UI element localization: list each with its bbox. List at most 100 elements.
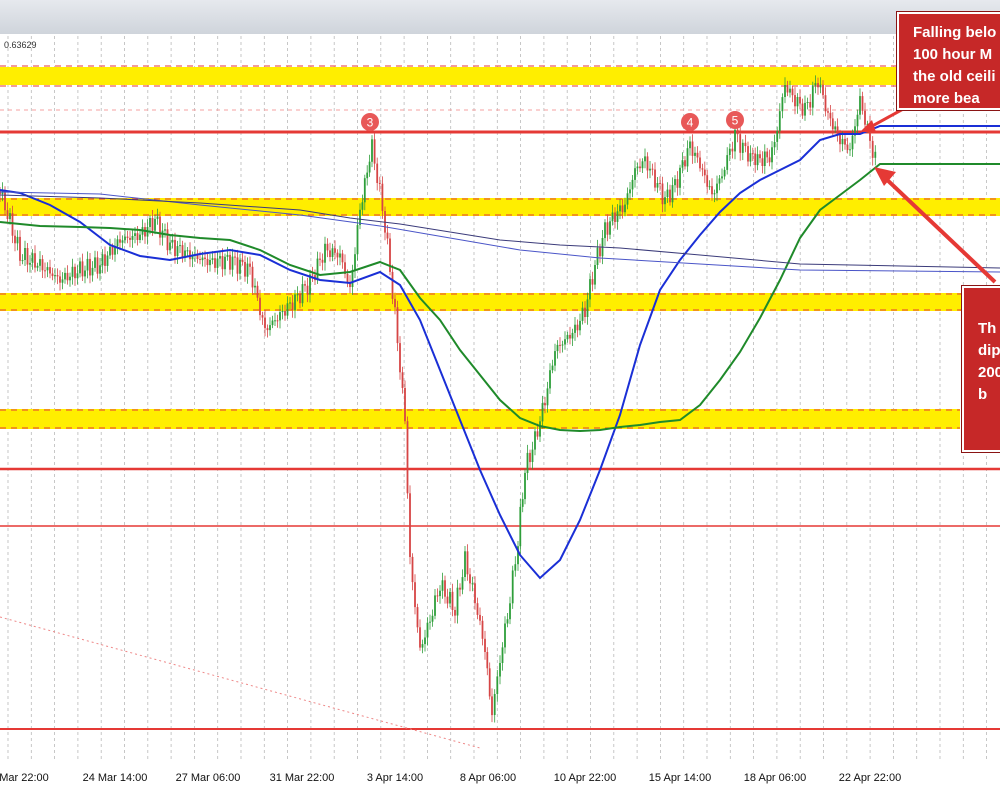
candle-body <box>136 233 139 240</box>
candle-body <box>36 265 39 268</box>
candle-body <box>691 141 694 156</box>
candle-body <box>331 248 334 257</box>
candle-body <box>526 452 529 473</box>
candle-body <box>829 112 832 119</box>
candle-body <box>773 142 776 148</box>
candle-body <box>864 110 866 125</box>
candle-body <box>166 229 169 251</box>
candle-body <box>739 134 742 153</box>
candle-body <box>639 166 641 169</box>
candle-body <box>391 271 394 299</box>
candle-body <box>409 493 411 557</box>
candle-body <box>231 256 234 270</box>
candle-body <box>211 258 214 260</box>
candle-body <box>786 85 789 93</box>
candle-body <box>554 351 556 366</box>
candle-body <box>276 320 279 322</box>
candle-body <box>741 142 744 153</box>
candle-body <box>16 236 19 244</box>
candle-body <box>86 258 89 271</box>
candle-body <box>99 265 101 274</box>
candle-body <box>189 250 191 260</box>
candle-body <box>781 97 784 112</box>
candle-body <box>244 262 246 277</box>
candle-body <box>216 258 219 268</box>
price-readout: 0.63629 <box>4 40 37 50</box>
candle-body <box>721 176 723 179</box>
candle-body <box>751 153 754 155</box>
candle-body <box>71 266 74 277</box>
candle-body <box>849 149 851 151</box>
candle-body <box>84 270 86 277</box>
candle-body <box>666 189 669 198</box>
candle-body <box>206 258 209 266</box>
candle-body <box>229 254 231 270</box>
candle-body <box>294 294 296 311</box>
candle-body <box>41 259 44 271</box>
candle-body <box>254 285 256 288</box>
candle-body <box>226 254 229 257</box>
candle-body <box>376 163 379 183</box>
candle-body <box>596 247 599 265</box>
candle-body <box>511 570 514 604</box>
candle-body <box>713 193 716 195</box>
candle-body <box>476 603 479 615</box>
candle-body <box>556 344 559 352</box>
candle-body <box>89 258 91 276</box>
candle-body <box>251 266 254 288</box>
candle-body <box>499 663 501 677</box>
candle-body <box>406 421 409 494</box>
candle-body <box>651 168 654 170</box>
candle-body <box>496 676 499 694</box>
candle-body <box>459 587 461 590</box>
candle-body <box>236 257 239 274</box>
candle-body <box>469 574 471 584</box>
candle-body <box>626 193 629 205</box>
candle-body <box>616 211 619 222</box>
candle-body <box>574 324 576 333</box>
candle-body <box>841 138 844 145</box>
candle-body <box>674 179 676 186</box>
candle-body <box>301 284 304 304</box>
x-tick-label: 18 Apr 06:00 <box>744 772 806 784</box>
candle-body <box>611 212 614 222</box>
candle-body <box>21 260 24 262</box>
candle-body <box>859 96 861 115</box>
candle-body <box>861 96 864 111</box>
candle-body <box>576 324 579 331</box>
candle-body <box>324 243 326 263</box>
candle-body <box>416 607 419 628</box>
candle-body <box>614 212 616 222</box>
candle-body <box>264 317 266 329</box>
candle-body <box>728 148 731 156</box>
candle-body <box>199 259 201 260</box>
candle-body <box>31 253 34 263</box>
candle-body <box>221 256 224 270</box>
x-tick-label: 15 Apr 14:00 <box>649 772 711 784</box>
x-tick-label: 8 Apr 06:00 <box>460 772 516 784</box>
x-tick-label: 10 Apr 22:00 <box>554 772 616 784</box>
candle-body <box>219 256 221 259</box>
candle-body <box>368 161 371 173</box>
candle-body <box>718 178 721 184</box>
candle-body <box>454 610 456 616</box>
candle-body <box>139 234 141 240</box>
candle-body <box>134 233 136 236</box>
annotation-b-line-3: 200 <box>978 364 1000 381</box>
candle-body <box>61 279 64 283</box>
candle-body <box>801 103 804 116</box>
candle-body <box>59 276 61 283</box>
candle-body <box>531 449 534 462</box>
candle-body <box>474 583 476 604</box>
candle-body <box>296 294 299 296</box>
candle-body <box>311 274 314 276</box>
candle-body <box>549 370 551 389</box>
annotation-b-line-4: b <box>978 386 988 403</box>
candle-body <box>619 205 621 212</box>
candle-body <box>831 118 834 130</box>
candle-body <box>811 85 814 108</box>
candle-body <box>69 276 71 281</box>
annotation-a-line-2: 100 hour M <box>913 46 993 63</box>
candle-body <box>671 185 674 203</box>
candle-body <box>304 284 306 286</box>
